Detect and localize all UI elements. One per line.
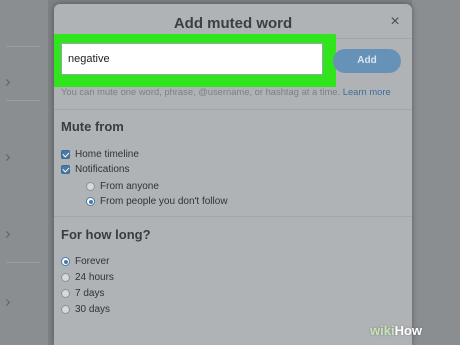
wikihow-watermark: wikiHow (370, 323, 423, 338)
muted-word-input[interactable] (61, 43, 323, 75)
dialog-title: Add muted word (173, 15, 293, 32)
section-divider (54, 109, 412, 110)
duration-30-days-radio[interactable] (61, 305, 70, 314)
home-timeline-label: Home timeline (75, 149, 139, 160)
from-not-follow-label: From people you don't follow (100, 196, 228, 207)
background-page (0, 0, 48, 345)
from-not-follow-option[interactable]: From people you don't follow (86, 196, 228, 207)
duration-30-days-option[interactable]: 30 days (61, 304, 110, 315)
mute-from-title: Mute from (61, 119, 124, 134)
home-timeline-checkbox[interactable] (61, 150, 70, 159)
chevron-right-icon (2, 298, 11, 307)
notifications-label: Notifications (75, 164, 130, 175)
add-button[interactable]: Add (333, 49, 401, 73)
duration-24-hours-radio[interactable] (61, 273, 70, 282)
background-divider (6, 262, 40, 263)
background-divider (6, 46, 40, 47)
section-divider (54, 216, 412, 217)
duration-forever-label: Forever (75, 256, 110, 267)
chevron-right-icon (2, 78, 11, 87)
duration-forever-option[interactable]: Forever (61, 256, 109, 267)
chevron-right-icon (2, 230, 11, 239)
duration-7-days-option[interactable]: 7 days (61, 288, 104, 299)
hint-message: You can mute one word, phrase, @username… (61, 86, 341, 97)
from-anyone-option[interactable]: From anyone (86, 181, 159, 192)
duration-7-days-label: 7 days (75, 288, 105, 299)
from-anyone-label: From anyone (100, 181, 159, 192)
notifications-option[interactable]: Notifications (61, 164, 129, 175)
background-page-right (412, 0, 460, 345)
home-timeline-option[interactable]: Home timeline (61, 149, 139, 160)
close-icon[interactable]: × (386, 13, 404, 31)
hint-text: You can mute one word, phrase, @username… (61, 86, 411, 97)
duration-30-days-label: 30 days (75, 304, 111, 315)
duration-24-hours-label: 24 hours (75, 272, 114, 283)
duration-7-days-radio[interactable] (61, 289, 70, 298)
duration-forever-radio[interactable] (61, 257, 70, 266)
learn-more-link[interactable]: Learn more (343, 86, 391, 97)
background-divider (6, 100, 40, 101)
notifications-checkbox[interactable] (61, 165, 70, 174)
duration-24-hours-option[interactable]: 24 hours (61, 272, 114, 283)
from-not-follow-radio[interactable] (86, 197, 95, 206)
chevron-right-icon (2, 153, 11, 162)
from-anyone-radio[interactable] (86, 182, 95, 191)
duration-title: For how long? (61, 227, 151, 242)
